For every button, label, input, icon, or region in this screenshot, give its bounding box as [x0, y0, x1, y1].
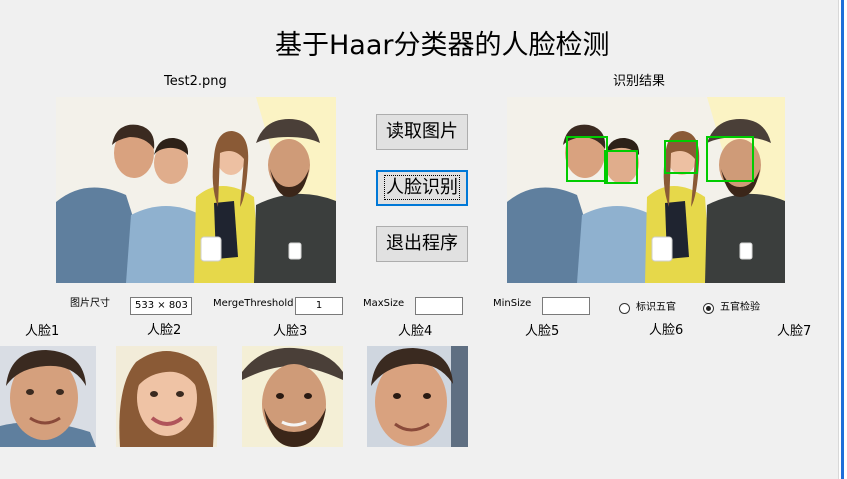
minsize-field[interactable]	[542, 297, 590, 315]
group-photo-illustration	[56, 97, 336, 283]
exit-button-label: 退出程序	[386, 233, 458, 254]
face-label-6: 人脸6	[649, 323, 684, 338]
window-right-edge	[838, 0, 847, 479]
verify-features-radio-label: 五官检验	[720, 302, 760, 313]
face-crop-4-illustration	[367, 346, 468, 447]
exit-button[interactable]: 退出程序	[376, 226, 468, 262]
minsize-label: MinSize	[493, 298, 532, 309]
face-label-7: 人脸7	[777, 324, 812, 339]
mark-features-radio-label: 标识五官	[636, 302, 676, 313]
read-image-button[interactable]: 读取图片	[376, 114, 468, 150]
result-image	[507, 97, 785, 283]
radio-selected-icon	[703, 302, 714, 314]
face-crop-3-illustration	[242, 346, 343, 447]
merge-threshold-field[interactable]: 1	[295, 297, 343, 315]
image-size-label: 图片尺寸	[70, 298, 110, 309]
mark-features-radio[interactable]: 标识五官	[619, 301, 676, 315]
face-crop-1	[0, 346, 96, 447]
image-size-field[interactable]: 533 × 803	[130, 297, 192, 315]
face-label-5: 人脸5	[525, 324, 560, 339]
face-crop-2-illustration	[116, 346, 217, 447]
merge-threshold-label: MergeThreshold	[213, 298, 294, 309]
face-crop-2	[116, 346, 217, 447]
app-title: 基于Haar分类器的人脸检测	[275, 30, 610, 61]
window-edge-accent	[841, 0, 844, 479]
face-label-1: 人脸1	[25, 324, 60, 339]
maxsize-field[interactable]	[415, 297, 463, 315]
source-image	[56, 97, 336, 283]
face-label-3: 人脸3	[273, 324, 308, 339]
face-crop-1-illustration	[0, 346, 96, 447]
radio-unselected-icon	[619, 302, 630, 314]
face-crop-3	[242, 346, 343, 447]
detect-faces-button-label: 人脸识别	[384, 175, 460, 200]
verify-features-radio[interactable]: 五官检验	[703, 301, 760, 315]
face-label-4: 人脸4	[398, 324, 433, 339]
face-crop-4	[367, 346, 468, 447]
maxsize-label: MaxSize	[363, 298, 405, 309]
result-image-label: 识别结果	[613, 74, 666, 89]
detect-faces-button[interactable]: 人脸识别	[376, 170, 468, 206]
face-label-2: 人脸2	[147, 323, 182, 338]
read-image-button-label: 读取图片	[386, 121, 458, 142]
detection-result-illustration	[507, 97, 785, 283]
source-image-label: Test2.png	[164, 74, 227, 89]
